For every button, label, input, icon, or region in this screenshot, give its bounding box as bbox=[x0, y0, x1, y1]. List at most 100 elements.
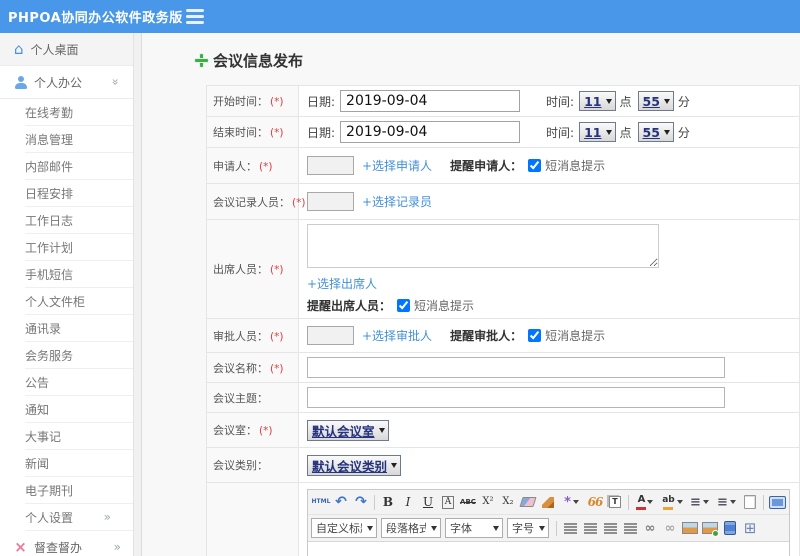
autotypeset-icon[interactable]: * bbox=[558, 493, 585, 512]
sidebar-office-submenu: 在线考勤 消息管理 内部邮件 日程安排 工作日志 工作计划 手机短信 个人文件柜… bbox=[0, 99, 133, 504]
sidebar-item-memorabilia[interactable]: 大事记 bbox=[25, 423, 133, 450]
sidebar-item-supervision[interactable]: × 督查督办 » bbox=[0, 531, 133, 556]
italic-icon[interactable]: I bbox=[398, 493, 418, 512]
font-family-select[interactable]: 字体 bbox=[445, 518, 503, 538]
highlight-color-icon[interactable]: ab bbox=[659, 493, 686, 512]
table-row: 开始时间：(*) 日期: 时间: 11 点 bbox=[206, 85, 800, 117]
editor-content-area[interactable] bbox=[308, 542, 789, 556]
toolbar-separator bbox=[553, 519, 560, 538]
blockquote-icon[interactable]: 66 bbox=[585, 493, 605, 512]
undo-icon[interactable]: ↶ bbox=[331, 493, 351, 512]
app-title: PHPOA协同办公软件政务版 bbox=[8, 11, 183, 26]
table-icon[interactable]: ⊞ bbox=[740, 519, 760, 538]
sidebar-item-label: 电子期刊 bbox=[25, 483, 74, 498]
unordered-list-icon[interactable]: ≡ bbox=[713, 493, 740, 512]
recorder-input[interactable] bbox=[307, 192, 354, 211]
pick-recorder-link[interactable]: +选择记录员 bbox=[362, 193, 432, 210]
meeting-category-select[interactable]: 默认会议类别 bbox=[307, 454, 402, 476]
field-label: 开始时间： bbox=[213, 95, 268, 108]
sidebar-item-label: 个人桌面 bbox=[30, 42, 79, 57]
minute-unit-label: 分 bbox=[677, 94, 690, 109]
link-icon[interactable]: ∞ bbox=[640, 519, 660, 538]
subscript-icon[interactable]: X₂ bbox=[498, 493, 518, 512]
approver-sms-checkbox[interactable] bbox=[528, 329, 542, 342]
end-date-input[interactable] bbox=[340, 121, 521, 143]
html-source-icon[interactable]: HTML bbox=[311, 493, 331, 512]
ordered-list-icon[interactable]: ≡ bbox=[686, 493, 713, 512]
unlink-icon[interactable]: ∞ bbox=[660, 519, 680, 538]
redo-icon[interactable]: ↷ bbox=[351, 493, 371, 512]
sidebar-item-work-log[interactable]: 工作日志 bbox=[25, 207, 133, 234]
meeting-name-input[interactable] bbox=[307, 357, 725, 378]
sidebar-item-mobile-sms[interactable]: 手机短信 bbox=[25, 261, 133, 288]
sidebar-item-announcement[interactable]: 公告 bbox=[25, 369, 133, 396]
sidebar-item-label: 工作计划 bbox=[25, 240, 74, 255]
applicant-input[interactable] bbox=[307, 156, 354, 175]
image-icon[interactable] bbox=[680, 519, 700, 538]
meeting-form: 开始时间：(*) 日期: 时间: 11 点 bbox=[206, 85, 800, 556]
sidebar-item-meeting-service[interactable]: 会务服务 bbox=[25, 342, 133, 369]
strikethrough-icon[interactable]: ABC bbox=[458, 493, 478, 512]
align-center-icon[interactable] bbox=[580, 519, 600, 538]
field-label: 会议记录人员： bbox=[213, 195, 290, 209]
sidebar-item-contacts[interactable]: 通讯录 bbox=[25, 315, 133, 342]
toolbar-separator bbox=[371, 493, 378, 512]
align-right-icon[interactable] bbox=[600, 519, 620, 538]
format-brush-icon[interactable] bbox=[538, 493, 558, 512]
font-color-icon[interactable]: A bbox=[632, 493, 659, 512]
attendees-textarea[interactable] bbox=[307, 224, 659, 268]
attendees-sms-checkbox[interactable] bbox=[397, 299, 411, 312]
sidebar-item-schedule[interactable]: 日程安排 bbox=[25, 180, 133, 207]
meeting-subject-input[interactable] bbox=[307, 387, 725, 408]
hour-unit-label: 点 bbox=[619, 125, 632, 140]
eraser-icon[interactable] bbox=[518, 493, 538, 512]
home-icon: ⌂ bbox=[14, 39, 24, 58]
start-date-input[interactable] bbox=[340, 90, 521, 112]
sidebar-scrollbar[interactable] bbox=[133, 33, 142, 556]
chevron-down-icon bbox=[378, 427, 385, 433]
bold-icon[interactable]: B bbox=[378, 493, 398, 512]
pick-approver-link[interactable]: +选择审批人 bbox=[362, 327, 432, 344]
applicant-sms-checkbox[interactable] bbox=[528, 159, 542, 172]
end-hour-select[interactable]: 11 bbox=[579, 122, 616, 142]
end-minute-select[interactable]: 55 bbox=[637, 122, 674, 142]
superscript-icon[interactable]: X² bbox=[478, 493, 498, 512]
sidebar-item-personal-settings[interactable]: 个人设置 » bbox=[25, 504, 133, 531]
start-minute-select[interactable]: 55 bbox=[637, 91, 674, 111]
chevron-down-icon bbox=[431, 525, 437, 531]
sidebar-item-news[interactable]: 新闻 bbox=[25, 450, 133, 477]
hamburger-menu-icon[interactable] bbox=[186, 9, 204, 24]
new-page-icon[interactable] bbox=[740, 493, 760, 512]
sidebar-item-internal-mail[interactable]: 内部邮件 bbox=[25, 153, 133, 180]
start-hour-select[interactable]: 11 bbox=[579, 91, 616, 111]
font-size-select[interactable]: 字号 bbox=[507, 518, 549, 538]
sidebar-item-notice[interactable]: 通知 bbox=[25, 396, 133, 423]
time-label: 时间: bbox=[546, 125, 575, 140]
pick-applicant-link[interactable]: +选择申请人 bbox=[362, 157, 432, 174]
paragraph-format-select[interactable]: 段落格式 bbox=[381, 518, 441, 538]
rich-text-editor: HTML ↶ ↷ B I U A ABC X² X₂ * 66 T A ab ≡… bbox=[307, 489, 790, 556]
table-row: HTML ↶ ↷ B I U A ABC X² X₂ * 66 T A ab ≡… bbox=[206, 482, 800, 556]
align-left-icon[interactable] bbox=[560, 519, 580, 538]
fullscreen-icon[interactable] bbox=[767, 493, 787, 512]
insert-image-icon[interactable] bbox=[700, 519, 720, 538]
sidebar-item-personal-office[interactable]: 个人办公 » bbox=[0, 66, 133, 99]
user-icon bbox=[14, 75, 27, 89]
sidebar-item-e-journal[interactable]: 电子期刊 bbox=[25, 477, 133, 504]
sidebar-item-message-management[interactable]: 消息管理 bbox=[25, 126, 133, 153]
align-justify-icon[interactable] bbox=[620, 519, 640, 538]
sidebar-item-personal-desktop[interactable]: ⌂ 个人桌面 bbox=[0, 33, 133, 66]
media-icon[interactable] bbox=[720, 519, 740, 538]
field-label: 出席人员： bbox=[213, 263, 268, 276]
approver-input[interactable] bbox=[307, 326, 354, 345]
pick-attendees-link[interactable]: +选择出席人 bbox=[307, 277, 377, 291]
sidebar-item-online-attendance[interactable]: 在线考勤 bbox=[25, 99, 133, 126]
sidebar-item-personal-file-cabinet[interactable]: 个人文件柜 bbox=[25, 288, 133, 315]
paste-text-icon[interactable]: T bbox=[605, 493, 625, 512]
font-border-icon[interactable]: A bbox=[438, 493, 458, 512]
chevron-right-icon: » bbox=[113, 540, 121, 554]
sidebar-item-work-plan[interactable]: 工作计划 bbox=[25, 234, 133, 261]
underline-icon[interactable]: U bbox=[418, 493, 438, 512]
custom-title-select[interactable]: 自定义标题 bbox=[311, 518, 377, 538]
meeting-room-select[interactable]: 默认会议室 bbox=[307, 419, 389, 441]
